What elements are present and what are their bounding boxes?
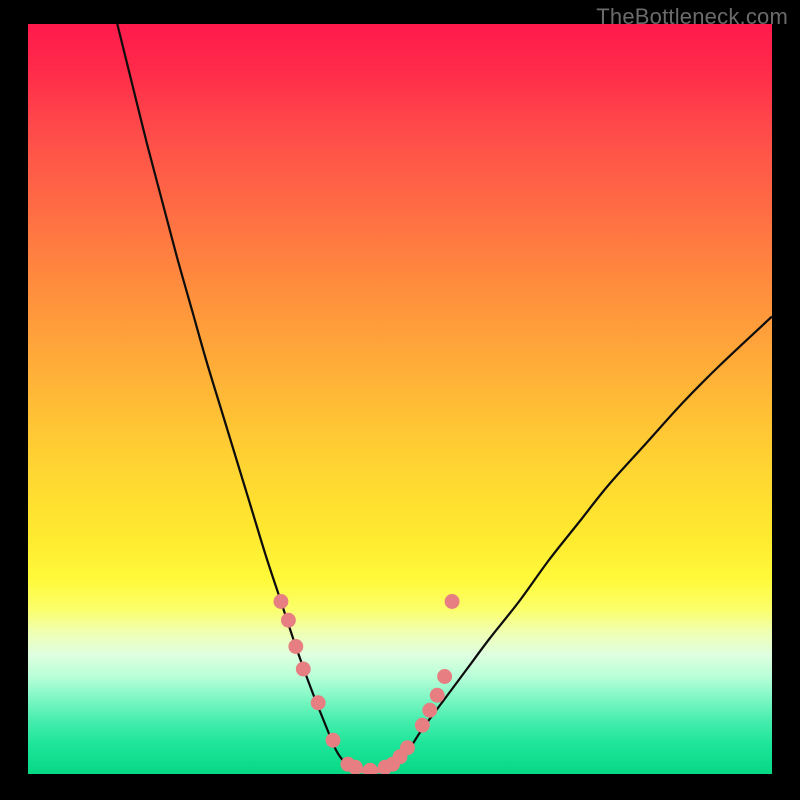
marker-dot (445, 594, 460, 609)
marker-dot (400, 740, 415, 755)
marker-group (274, 594, 460, 774)
marker-dot (296, 662, 311, 677)
chart-area (28, 24, 772, 774)
marker-dot (363, 763, 378, 774)
left-curve-path (117, 24, 348, 767)
marker-dot (274, 594, 289, 609)
marker-dot (311, 695, 326, 710)
right-curve-path (393, 317, 772, 767)
chart-svg (28, 24, 772, 774)
marker-dot (422, 703, 437, 718)
marker-dot (437, 669, 452, 684)
marker-dot (430, 688, 445, 703)
watermark-text: TheBottleneck.com (596, 4, 788, 30)
marker-dot (326, 733, 341, 748)
marker-dot (415, 718, 430, 733)
marker-dot (288, 639, 303, 654)
marker-dot (281, 613, 296, 628)
